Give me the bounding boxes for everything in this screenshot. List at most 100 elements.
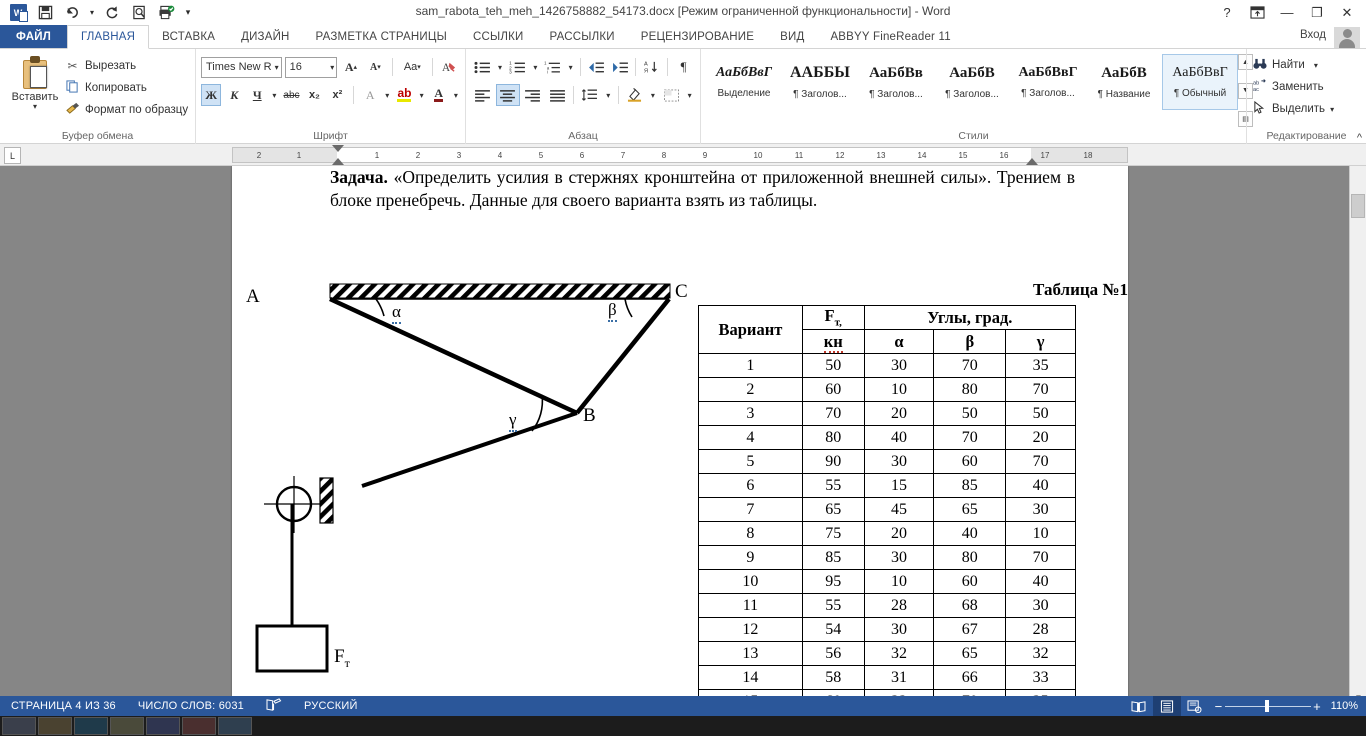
underline-dropdown-icon[interactable]: ▾ [270, 84, 278, 106]
taskbar-item[interactable] [2, 717, 36, 735]
decrease-indent-icon[interactable] [585, 56, 608, 78]
close-button[interactable]: ✕ [1332, 1, 1362, 25]
ribbon-display-options-icon[interactable] [1242, 1, 1272, 25]
chevron-down-icon[interactable]: ▾ [327, 63, 334, 72]
table-row[interactable]: 4 80 40 70 20 [698, 425, 1076, 450]
avatar[interactable] [1334, 27, 1360, 48]
style-item[interactable]: ААББЫ ¶ Заголов... [782, 54, 858, 110]
font-color-icon[interactable]: A [429, 84, 449, 106]
numbering-dropdown-icon[interactable]: ▾ [530, 56, 540, 78]
select-dropdown-icon[interactable]: ▾ [1330, 105, 1334, 114]
print-preview-icon[interactable] [127, 2, 151, 24]
format-painter-button[interactable]: Формат по образцу [65, 101, 190, 119]
shrink-font-icon[interactable]: A ▾ [365, 56, 386, 78]
tab-design[interactable]: ДИЗАЙН [228, 25, 302, 48]
save-icon[interactable] [33, 2, 57, 24]
bold-button[interactable]: Ж [201, 84, 222, 106]
text-effects-dropdown-icon[interactable]: ▾ [383, 84, 391, 106]
horizontal-ruler[interactable]: 2 1 1 2 3 4 5 6 7 8 9 10 11 12 13 14 15 … [232, 145, 1128, 165]
increase-indent-icon[interactable] [609, 56, 632, 78]
text-highlight-icon[interactable]: ab [394, 84, 414, 106]
word-icon[interactable]: W [6, 2, 30, 24]
table-row[interactable]: 14 58 31 66 33 [698, 665, 1076, 690]
table-row[interactable]: 9 85 30 80 70 [698, 545, 1076, 570]
restore-button[interactable]: ❐ [1302, 1, 1332, 25]
quick-print-icon[interactable] [154, 2, 178, 24]
find-button[interactable]: Найти ▾ [1252, 56, 1334, 74]
help-icon[interactable]: ? [1212, 1, 1242, 25]
table-row[interactable]: 13 56 32 65 32 [698, 641, 1076, 666]
tab-references[interactable]: ССЫЛКИ [460, 25, 537, 48]
bullets-dropdown-icon[interactable]: ▾ [495, 56, 505, 78]
bracket-figure[interactable]: A C B α β γ Fт [232, 271, 698, 701]
print-layout-icon[interactable] [1152, 696, 1181, 716]
strikethrough-button[interactable]: abc [282, 84, 302, 106]
document-paragraph[interactable]: Задача. «Определить усилия в стержнях кр… [330, 166, 1075, 212]
copy-button[interactable]: Копировать [65, 79, 190, 97]
superscript-button[interactable]: x² [327, 84, 347, 106]
line-spacing-dropdown-icon[interactable]: ▾ [603, 84, 614, 106]
tab-mailings[interactable]: РАССЫЛКИ [536, 25, 627, 48]
zoom-level[interactable]: 110% [1327, 700, 1366, 712]
style-item[interactable]: АаБбВв ¶ Заголов... [858, 54, 934, 110]
replace-button[interactable]: ab ac Заменить [1252, 78, 1334, 96]
scrollbar-thumb[interactable] [1351, 194, 1365, 218]
page-indicator[interactable]: СТРАНИЦА 4 ИЗ 36 [0, 700, 127, 712]
taskbar-item[interactable] [38, 717, 72, 735]
align-center-icon[interactable] [495, 84, 520, 106]
zoom-slider[interactable]: − + [1209, 696, 1327, 716]
collapse-ribbon-icon[interactable]: ^ [1357, 132, 1362, 144]
taskbar-item[interactable] [146, 717, 180, 735]
taskbar-item[interactable] [74, 717, 108, 735]
table-row[interactable]: 3 70 20 50 50 [698, 401, 1076, 426]
paste-button[interactable]: Вставить ▾ [5, 52, 65, 129]
taskbar-item[interactable] [110, 717, 144, 735]
chevron-down-icon[interactable]: ▾ [272, 63, 279, 72]
select-button[interactable]: Выделить ▾ [1252, 100, 1334, 118]
sort-icon[interactable]: AЯ [640, 56, 663, 78]
table-row[interactable]: 11 55 28 68 30 [698, 593, 1076, 618]
variants-table[interactable]: Вариант Fт, Углы, град. кн α β γ 1 50 30 70… [698, 305, 1077, 706]
clear-formatting-icon[interactable]: A [439, 56, 460, 78]
paste-dropdown-icon[interactable]: ▾ [33, 103, 37, 111]
table-row[interactable]: 8 75 20 40 10 [698, 521, 1076, 546]
find-dropdown-icon[interactable]: ▾ [1310, 61, 1318, 70]
taskbar-item[interactable] [218, 717, 252, 735]
tab-review[interactable]: РЕЦЕНЗИРОВАНИЕ [628, 25, 767, 48]
numbering-icon[interactable]: 123 [506, 56, 529, 78]
right-indent-marker[interactable] [1026, 158, 1038, 165]
italic-button[interactable]: К [224, 84, 244, 106]
redo-icon[interactable] [100, 2, 124, 24]
table-row[interactable]: 12 54 30 67 28 [698, 617, 1076, 642]
minimize-button[interactable]: — [1272, 1, 1302, 25]
sign-in-link[interactable]: Вход [1300, 29, 1326, 41]
font-color-dropdown-icon[interactable]: ▾ [452, 84, 460, 106]
style-item[interactable]: АаБбВ ¶ Название [1086, 54, 1162, 110]
style-item[interactable]: АаБбВвГ ¶ Заголов... [1010, 54, 1086, 110]
vertical-scrollbar[interactable]: ▼ [1349, 166, 1366, 706]
zoom-in-button[interactable]: + [1313, 700, 1321, 713]
cut-button[interactable]: ✂ Вырезать [65, 57, 190, 75]
tab-view[interactable]: ВИД [767, 25, 817, 48]
proofing-errors-icon[interactable] [255, 697, 293, 715]
web-layout-icon[interactable] [1181, 696, 1209, 716]
multilevel-dropdown-icon[interactable]: ▾ [565, 56, 575, 78]
tab-file[interactable]: ФАЙЛ [0, 25, 67, 48]
style-item[interactable]: АаБбВвГ Выделение [706, 54, 782, 110]
justify-icon[interactable] [545, 84, 569, 106]
style-item[interactable]: АаБбВ ¶ Заголов... [934, 54, 1010, 110]
tab-home[interactable]: ГЛАВНАЯ [66, 25, 150, 49]
undo-icon[interactable] [60, 2, 84, 24]
tab-page-layout[interactable]: РАЗМЕТКА СТРАНИЦЫ [303, 25, 460, 48]
language-indicator[interactable]: РУССКИЙ [293, 700, 369, 712]
hanging-indent-marker[interactable] [332, 158, 344, 165]
shading-dropdown-icon[interactable]: ▾ [647, 84, 658, 106]
word-count[interactable]: ЧИСЛО СЛОВ: 6031 [127, 700, 255, 712]
read-mode-icon[interactable] [1125, 696, 1153, 716]
tab-abbyy-finereader[interactable]: ABBYY FineReader 11 [817, 25, 963, 48]
table-row[interactable]: 10 95 10 60 40 [698, 569, 1076, 594]
borders-dropdown-icon[interactable]: ▾ [684, 84, 695, 106]
shading-icon[interactable] [623, 84, 647, 106]
font-size-combo[interactable]: 16 ▾ [284, 56, 338, 78]
borders-icon[interactable] [659, 84, 683, 106]
